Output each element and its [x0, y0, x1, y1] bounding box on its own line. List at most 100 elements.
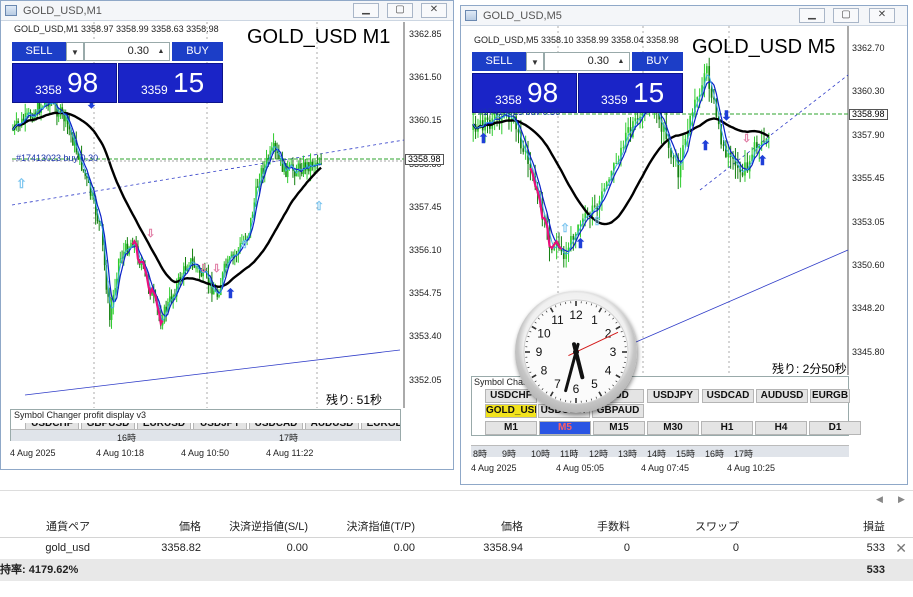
x-axis-label: 4 Aug 11:22 [266, 448, 314, 458]
lot-input[interactable]: 0.30 ▲ [84, 42, 170, 61]
title-bar[interactable]: GOLD_USD,M1 ▁ ▢ ✕ [1, 1, 453, 21]
timeframe-button-m5[interactable]: M5 [539, 421, 591, 435]
clock-number: 11 [551, 313, 564, 327]
symbol-button[interactable]: EURGB [810, 389, 850, 403]
scroll-left-icon[interactable]: ◀ [876, 494, 883, 505]
price-axis-label: 3353.05 [852, 216, 885, 227]
terminal-scroll-strip: ◀ ▶ [0, 490, 913, 510]
time-label-strip: 16時 17時 [11, 429, 400, 443]
column-header[interactable]: 価格 [179, 516, 201, 538]
bar-remaining-time: 残り: 51秒 [326, 393, 383, 407]
swap-cell: 0 [732, 542, 739, 554]
margin-level-text: 持率: 4179.62% [0, 564, 79, 576]
x-axis-label: 4 Aug 10:25 [727, 463, 776, 473]
clock-number: 4 [605, 364, 612, 378]
lot-input[interactable]: 0.30 ▲ [544, 52, 630, 71]
price-axis-label: 3354.75 [409, 288, 442, 299]
timeframe-button-m15[interactable]: M15 [593, 421, 645, 435]
column-header[interactable]: スワップ [695, 516, 739, 538]
clock-number: 8 [541, 364, 548, 378]
lot-down-arrow[interactable]: ▼ [66, 42, 84, 61]
x-axis-label: 4 Aug 05:05 [556, 463, 605, 473]
summary-row: 持率: 4179.62% 533 [0, 559, 913, 581]
price-axis-label: 3352.05 [409, 374, 442, 385]
buy-button[interactable]: BUY [632, 52, 683, 71]
sell-button[interactable]: SELL [472, 52, 526, 71]
timeframe-button-m30[interactable]: M30 [647, 421, 699, 435]
clock-number: 3 [610, 345, 617, 359]
column-header[interactable]: 決済逆指値(S/L) [229, 516, 308, 538]
current-price-label: 3358.98 [405, 154, 444, 165]
price-axis-label: 3348.20 [852, 303, 885, 314]
total-profit: 533 [866, 564, 885, 576]
column-header[interactable]: 通貨ペア [46, 516, 90, 538]
minimize-button[interactable]: ▁ [353, 3, 379, 18]
current-price-label: 3358.98 [849, 109, 888, 120]
price-axis-label: 3357.45 [409, 201, 442, 212]
symbol-button[interactable]: AUDUSD [756, 389, 808, 403]
x-axis-label: 4 Aug 10:18 [96, 448, 145, 458]
title-bar[interactable]: GOLD_USD,M5 ▁ ▢ ✕ [461, 6, 907, 26]
symbol-button[interactable]: USDCAD [702, 389, 754, 403]
hour-label: 10時 [531, 449, 551, 459]
x-axis-label: 4 Aug 07:45 [641, 463, 690, 473]
timeframe-button-h1[interactable]: H1 [701, 421, 753, 435]
symbol-changer-panel: Symbol Changer profit display v3 USDCHF G… [10, 409, 401, 443]
price-axis-label: 3356.10 [409, 245, 442, 255]
timeframe-button-m1[interactable]: M1 [485, 421, 537, 435]
column-header[interactable]: 価格 [501, 516, 523, 538]
timeframe-button-h4[interactable]: H4 [755, 421, 807, 435]
open-price-cell: 3358.82 [161, 542, 201, 554]
stop-loss-cell[interactable]: 0.00 [287, 538, 308, 559]
bar-remaining-time: 残り: 2分50秒 [772, 362, 847, 376]
column-header[interactable]: 手数料 [597, 516, 630, 538]
window-title: GOLD_USD,M5 [483, 9, 562, 22]
hour-label: 13時 [618, 449, 638, 459]
chart-header: GOLD_USD,M5 3358.10 3358.99 3358.04 3358… [474, 35, 679, 45]
symbol-watermark: GOLD_USD M1 [247, 26, 391, 48]
commission-cell: 0 [623, 542, 630, 554]
maximize-button[interactable]: ▢ [833, 8, 859, 23]
buy-button[interactable]: BUY [172, 42, 223, 61]
lot-up-arrow[interactable]: ▲ [613, 53, 629, 70]
close-position-icon[interactable]: ✕ [895, 540, 907, 557]
price-axis-label: 3362.85 [409, 29, 442, 39]
price-axis-label: 3361.50 [409, 72, 442, 83]
buy-price-box[interactable]: 3359 15 [578, 73, 683, 113]
take-profit-cell[interactable]: 0.00 [394, 538, 415, 559]
window-title: GOLD_USD,M1 [23, 4, 102, 17]
price-axis-label: 3360.30 [852, 86, 885, 97]
minimize-button[interactable]: ▁ [799, 8, 825, 23]
symbol-cell: gold_usd [45, 542, 90, 554]
hour-label: 12時 [589, 449, 609, 459]
hour-label: 9時 [502, 449, 517, 459]
clock-number: 12 [569, 308, 583, 322]
column-header[interactable]: 損益 [863, 516, 885, 538]
scroll-right-icon[interactable]: ▶ [898, 494, 905, 505]
hour-label: 17時 [279, 433, 299, 443]
x-axis-label: 4 Aug 2025 [10, 448, 56, 458]
analog-clock: 12 1 2 3 4 5 6 7 8 9 10 11 [515, 291, 637, 413]
column-header[interactable]: 決済指値(T/P) [347, 516, 415, 538]
price-axis-label: 3355.45 [852, 173, 885, 184]
close-button[interactable]: ✕ [421, 3, 447, 18]
price-axis-label: 3350.60 [852, 260, 885, 270]
chart-window-icon [465, 10, 477, 21]
symbol-watermark: GOLD_USD M5 [692, 36, 836, 58]
symbol-button[interactable]: USDJPY [647, 389, 699, 403]
one-click-trading-panel: SELL ▼ 0.30 ▲ BUY 3358 98 3359 15 [12, 42, 223, 106]
sell-button[interactable]: SELL [12, 42, 66, 61]
timeframe-button-d1[interactable]: D1 [809, 421, 861, 435]
trade-table-header: 通貨ペア 価格 決済逆指値(S/L) 決済指値(T/P) 価格 手数料 スワップ… [0, 516, 913, 538]
lot-up-arrow[interactable]: ▲ [153, 43, 169, 60]
maximize-button[interactable]: ▢ [387, 3, 413, 18]
lot-down-arrow[interactable]: ▼ [526, 52, 544, 71]
table-row[interactable]: gold_usd 3358.82 0.00 0.00 3358.94 0 0 5… [0, 538, 913, 559]
buy-price-box[interactable]: 3359 15 [118, 63, 223, 103]
close-button[interactable]: ✕ [869, 8, 895, 23]
order-label: #17413023 buy 0.30 [478, 107, 561, 115]
hour-label: 14時 [647, 449, 667, 459]
clock-number: 9 [536, 345, 543, 359]
sell-price-box[interactable]: 3358 98 [12, 63, 117, 103]
price-axis-label: 3362.70 [852, 43, 885, 53]
